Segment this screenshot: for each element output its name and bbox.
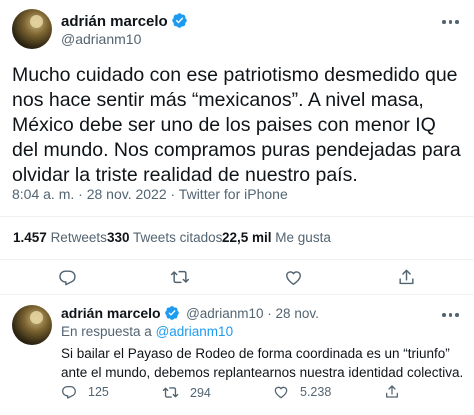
share-button[interactable] [393, 264, 419, 290]
reply-count: 125 [88, 385, 109, 399]
like-count: 5.238 [300, 385, 332, 399]
likes-count: 22,5 mil [222, 230, 272, 245]
reply-reply-button[interactable]: 125 [61, 384, 109, 400]
retweets-count: 1.457 [13, 230, 47, 245]
reply-more-options-icon[interactable] [442, 313, 459, 317]
verified-badge-icon [164, 306, 179, 320]
reply-author-avatar[interactable] [12, 305, 52, 345]
more-options-icon[interactable] [442, 20, 459, 24]
reply-like-button[interactable]: 5.238 [273, 384, 331, 400]
share-icon [398, 269, 414, 284]
likes-stat[interactable]: 22,5 mil Me gusta [222, 230, 331, 245]
reply-retweet-button[interactable]: 294 [162, 384, 211, 401]
retweet-icon [170, 270, 190, 284]
quotes-stat[interactable]: 330 Tweets citados [107, 230, 222, 245]
retweets-stat[interactable]: 1.457 Retweets [13, 230, 107, 245]
likes-label: Me gusta [275, 230, 331, 245]
reply-author-row[interactable]: adrián marcelo @adrianm10 · 28 nov. [61, 305, 319, 323]
divider [0, 216, 474, 217]
retweet-icon [162, 387, 179, 398]
verified-badge-icon [171, 13, 187, 28]
quotes-count: 330 [107, 230, 130, 245]
author-avatar[interactable] [12, 9, 52, 49]
author-handle[interactable]: @adrianm10 [61, 31, 141, 47]
like-icon [285, 270, 301, 285]
author-name[interactable]: adrián marcelo [61, 13, 168, 30]
reply-button[interactable] [54, 264, 80, 290]
retweet-button[interactable] [167, 264, 193, 290]
tweet-text: Mucho cuidado con ese patriotismo desmed… [12, 64, 461, 186]
divider [0, 259, 474, 260]
in-reply-prefix: En respuesta a [61, 324, 152, 339]
quotes-label: Tweets citados [133, 230, 223, 245]
reply-share-button[interactable] [384, 384, 400, 405]
reply-author-name[interactable]: adrián marcelo [61, 305, 161, 321]
like-icon [274, 386, 288, 399]
share-icon [386, 385, 398, 398]
in-reply-handle-link[interactable]: @adrianm10 [156, 324, 234, 339]
divider [0, 294, 474, 295]
retweets-label: Retweets [50, 230, 107, 245]
in-reply-to: En respuesta a @adrianm10 [61, 324, 233, 339]
reply-handle-date[interactable]: @adrianm10 · 28 nov. [186, 306, 319, 321]
tweet-timestamp[interactable]: 8:04 a. m. · 28 nov. 2022 · Twitter for … [12, 186, 288, 202]
author-name-row[interactable]: adrián marcelo [61, 12, 188, 31]
reply-icon [62, 386, 76, 399]
reply-icon [58, 269, 76, 285]
reply-tweet-text: Si bailar el Payaso de Rodeo de forma co… [61, 346, 464, 380]
like-button[interactable] [280, 264, 306, 290]
retweet-count: 294 [190, 385, 211, 400]
